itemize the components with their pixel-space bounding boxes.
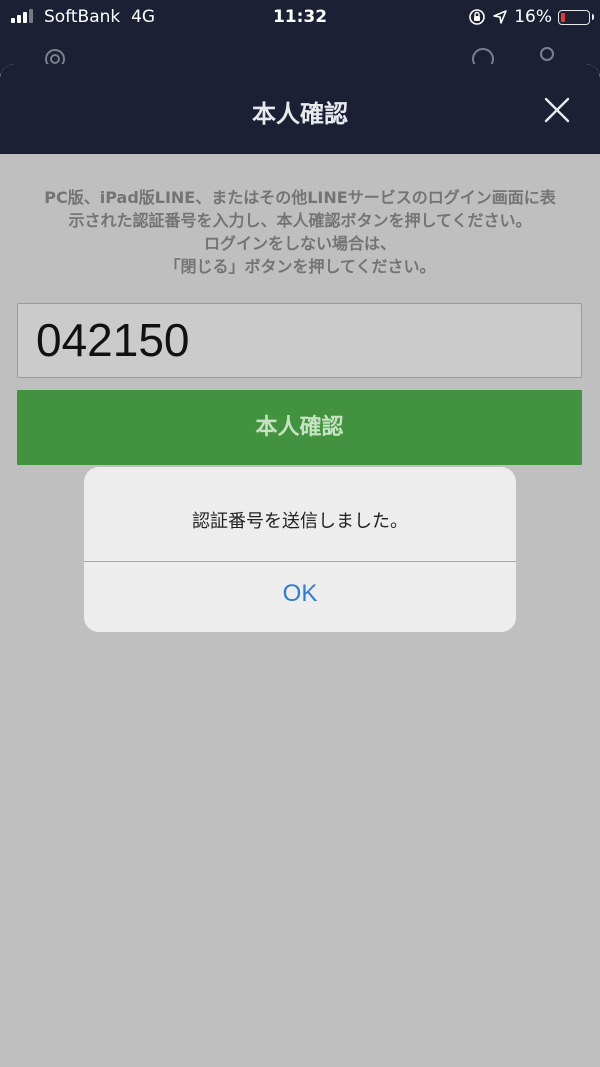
instruction-line: 示された認証番号を入力し、本人確認ボタンを押してください。 bbox=[68, 211, 532, 230]
orientation-lock-icon bbox=[469, 9, 486, 25]
instructions-text: PC版、iPad版LINE、またはその他LINEサービスのログイン画面に表 示さ… bbox=[10, 186, 590, 278]
status-right-group: 16% bbox=[468, 6, 594, 28]
ok-button[interactable]: OK bbox=[84, 562, 516, 632]
verify-identity-button[interactable]: 本人確認 bbox=[17, 390, 582, 465]
sheet-title: 本人確認 bbox=[252, 100, 348, 128]
instruction-line: ログインをしない場合は、 bbox=[203, 234, 396, 253]
battery-icon bbox=[558, 9, 594, 25]
location-arrow-icon bbox=[493, 10, 508, 24]
alert-message: 認証番号を送信しました。 bbox=[192, 511, 408, 532]
alert-dialog: 認証番号を送信しました。 OK bbox=[84, 467, 516, 632]
status-bar: SoftBank 4G 11:32 16% bbox=[0, 0, 600, 34]
instruction-line: PC版、iPad版LINE、またはその他LINEサービスのログイン画面に表 bbox=[44, 188, 556, 207]
battery-level bbox=[561, 12, 565, 22]
instruction-line: 「閉じる」ボタンを押してください。 bbox=[164, 257, 436, 276]
verification-code-input[interactable]: 042150 bbox=[17, 303, 582, 378]
battery-percent: 16% bbox=[514, 7, 552, 27]
sheet-header: 本人確認 bbox=[0, 64, 600, 154]
close-icon[interactable] bbox=[542, 95, 572, 125]
